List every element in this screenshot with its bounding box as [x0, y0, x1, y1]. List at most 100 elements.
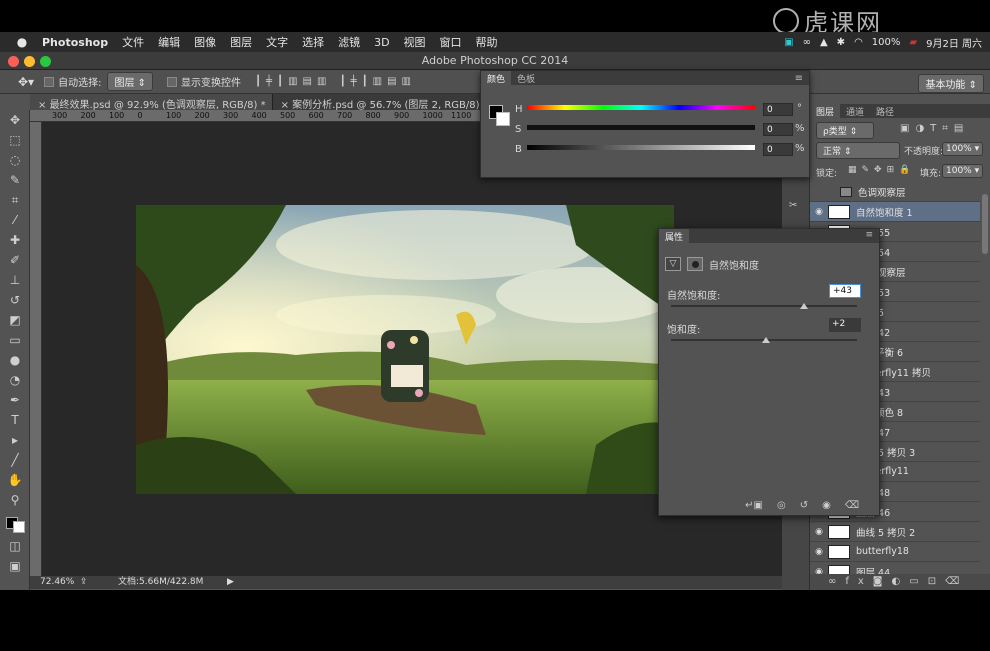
layer-row[interactable]: 色调观察层 — [810, 182, 980, 202]
delete-layer-icon[interactable]: ⌫ — [945, 576, 968, 587]
tab-final-effect[interactable]: × 最终效果.psd @ 92.9% (色调观察层, RGB/8) * — [30, 94, 273, 111]
eyedropper-tool-icon[interactable]: ⁄ — [0, 210, 30, 230]
status-menu-arrow[interactable]: ▶ — [227, 576, 234, 589]
new-layer-icon[interactable]: ⊡ — [928, 576, 945, 587]
fx-icon[interactable]: fx — [845, 576, 872, 587]
crop-tool-icon[interactable]: ⌗ — [0, 190, 30, 210]
menu-help[interactable]: 帮助 — [476, 34, 498, 50]
adobe-icon[interactable]: ▲ — [820, 37, 828, 48]
tab-swatches[interactable]: 色板 — [511, 71, 541, 85]
visibility-eye-icon[interactable]: ◉ — [810, 207, 828, 217]
screen-mode-icon[interactable]: ▣ — [0, 556, 30, 576]
visibility-eye-icon[interactable]: ◉ — [810, 547, 828, 557]
apple-icon[interactable]: ● — [14, 35, 30, 49]
saturation-input[interactable]: +2 — [829, 318, 861, 332]
flag-icon[interactable]: ▰ — [909, 37, 917, 48]
properties-menu-icon[interactable]: ≡ — [859, 229, 879, 243]
saturation-slider[interactable] — [527, 125, 755, 130]
pen-tool-icon[interactable]: ✒ — [0, 390, 30, 410]
tab-case-analysis[interactable]: × 案例分析.psd @ 56.7% (图层 2, RGB/8) * — [273, 94, 495, 111]
menu-layer[interactable]: 图层 — [230, 34, 252, 50]
layer-row[interactable]: ◉ butterfly18 — [810, 542, 980, 562]
opacity-input[interactable]: 100% ▾ — [942, 142, 984, 156]
tool-presets-icon[interactable]: ✂ — [789, 200, 797, 211]
path-select-icon[interactable]: ▸ — [0, 430, 30, 450]
s-value-input[interactable]: 0 — [763, 123, 793, 136]
auto-select-dropdown[interactable]: 图层 ⇕ — [107, 72, 154, 91]
tab-properties[interactable]: 属性 — [659, 229, 690, 243]
zoom-level[interactable]: 72.46% — [40, 576, 74, 589]
quick-mask-icon[interactable]: ◫ — [0, 536, 30, 556]
dodge-tool-icon[interactable]: ◔ — [0, 370, 30, 390]
fill-input[interactable]: 100% ▾ — [942, 164, 984, 178]
vibrance-slider-knob[interactable] — [799, 303, 808, 309]
menu-filter[interactable]: 滤镜 — [338, 34, 360, 50]
menu-file[interactable]: 文件 — [122, 34, 144, 50]
view-previous-icon[interactable]: ◎ — [777, 500, 786, 511]
layer-name[interactable]: 图层 44 — [856, 565, 890, 575]
filter-icons[interactable]: ▣◑T⌗▤ — [900, 123, 969, 134]
new-group-icon[interactable]: ▭ — [909, 576, 927, 587]
hand-tool-icon[interactable]: ✋ — [0, 470, 30, 490]
layer-name[interactable]: butterfly18 — [856, 546, 909, 557]
layer-row[interactable]: ◉ 图层 44 — [810, 562, 980, 574]
eraser-tool-icon[interactable]: ◩ — [0, 310, 30, 330]
app-menu[interactable]: Photoshop — [42, 36, 108, 49]
menu-edit[interactable]: 编辑 — [158, 34, 180, 50]
menu-select[interactable]: 选择 — [302, 34, 324, 50]
vibrance-slider-track[interactable] — [671, 303, 857, 309]
background-swatch[interactable] — [496, 112, 510, 126]
menu-image[interactable]: 图像 — [194, 34, 216, 50]
workspace-dropdown[interactable]: 基本功能 ⇕ — [918, 74, 984, 93]
bluetooth-icon[interactable]: ✱ — [837, 37, 845, 48]
tab-paths[interactable]: 路径 — [870, 104, 900, 118]
auto-select-checkbox[interactable] — [44, 76, 55, 87]
visibility-eye-icon[interactable]: ◉ — [810, 567, 828, 575]
visibility-eye-icon[interactable]: ◉ — [810, 527, 828, 537]
color-panel-menu-icon[interactable]: ≡ — [795, 73, 803, 84]
hue-slider[interactable] — [527, 105, 755, 110]
wifi-icon[interactable]: ◠ — [854, 37, 863, 48]
saturation-slider-track[interactable] — [671, 337, 857, 343]
blend-mode-dropdown[interactable]: 正常 ⇕ — [816, 142, 900, 159]
delete-adjustment-icon[interactable]: ⌫ — [845, 500, 859, 511]
tab-color[interactable]: 颜色 — [481, 71, 512, 85]
vibrance-input[interactable]: +43 — [829, 284, 861, 298]
show-transform-checkbox[interactable] — [167, 76, 178, 87]
saturation-slider-knob[interactable] — [761, 337, 770, 343]
move-tool-preset-icon[interactable]: ✥▾ — [18, 75, 34, 89]
lasso-tool-icon[interactable]: ◌ — [0, 150, 30, 170]
kind-filter-dropdown[interactable]: ρ类型 ⇕ — [816, 122, 874, 139]
creative-cloud-icon[interactable]: ∞ — [803, 37, 811, 48]
layer-row[interactable]: ◉ 曲线 5 拷贝 2 — [810, 522, 980, 542]
line-tool-icon[interactable]: ╱ — [0, 450, 30, 470]
stamp-tool-icon[interactable]: ⊥ — [0, 270, 30, 290]
menu-view[interactable]: 视图 — [404, 34, 426, 50]
b-value-input[interactable]: 0 — [763, 143, 793, 156]
clock-label[interactable]: 9月2日 周六 — [926, 35, 982, 50]
history-brush-icon[interactable]: ↺ — [0, 290, 30, 310]
layer-name[interactable]: 曲线 5 拷贝 2 — [856, 525, 915, 539]
layer-row[interactable]: ◉ 自然饱和度 1 — [810, 202, 980, 222]
menu-3d[interactable]: 3D — [374, 36, 389, 49]
menu-type[interactable]: 文字 — [266, 34, 288, 50]
menu-window[interactable]: 窗口 — [440, 34, 462, 50]
share-icon[interactable]: ⇪ — [80, 576, 88, 589]
layer-name[interactable]: 色调观察层 — [858, 185, 906, 199]
lock-icons[interactable]: ▦✎✥⊞🔒 — [848, 165, 915, 175]
close-window-button[interactable] — [8, 56, 19, 67]
document-image[interactable] — [136, 205, 674, 494]
brightness-slider[interactable] — [527, 145, 755, 150]
tab-channels[interactable]: 通道 — [840, 104, 870, 118]
tab-layers[interactable]: 图层 — [810, 104, 841, 118]
quick-select-tool-icon[interactable]: ✎ — [0, 170, 30, 190]
layers-scrollbar[interactable] — [982, 194, 988, 254]
minimize-window-button[interactable] — [24, 56, 35, 67]
new-adjustment-icon[interactable]: ◐ — [892, 576, 910, 587]
type-tool-icon[interactable]: T — [0, 410, 30, 430]
link-layers-icon[interactable]: ∞ — [828, 576, 845, 587]
brush-tool-icon[interactable]: ✐ — [0, 250, 30, 270]
zoom-tool-icon[interactable]: ⚲ — [0, 490, 30, 510]
move-tool-icon[interactable]: ✥ — [0, 110, 30, 130]
blur-tool-icon[interactable]: ● — [0, 350, 30, 370]
